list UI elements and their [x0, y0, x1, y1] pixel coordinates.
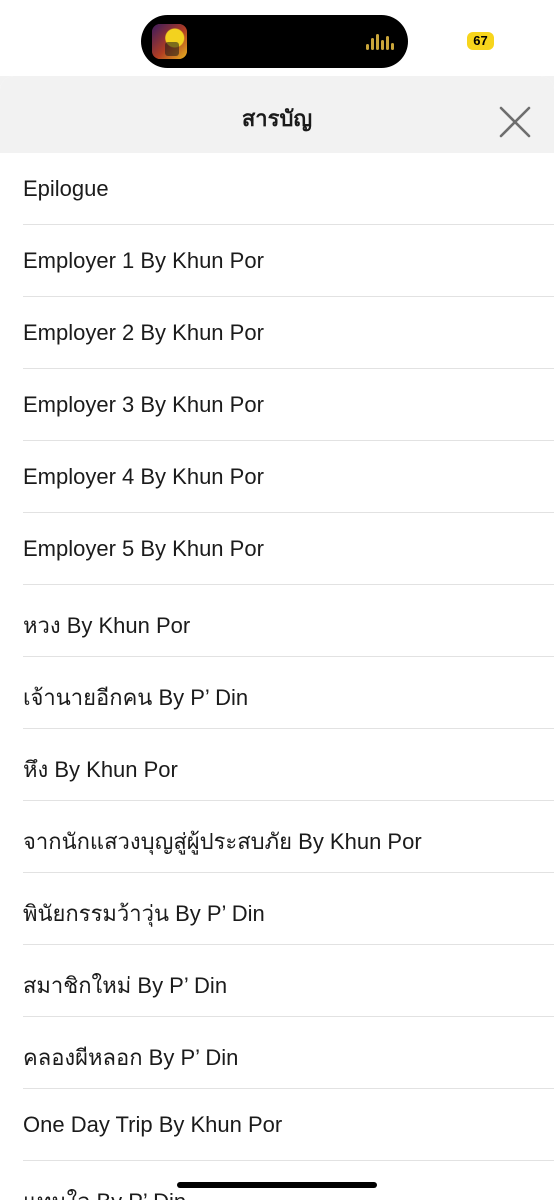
home-indicator[interactable]: [177, 1182, 377, 1188]
toc-item-label: คลองผีหลอก By P’ Din: [23, 1045, 239, 1070]
close-button[interactable]: [496, 103, 534, 141]
toc-item-label: หึง By Khun Por: [23, 757, 178, 782]
toc-item-label: แทนใจ By P’ Din: [23, 1184, 186, 1200]
toc-item[interactable]: Employer 1 By Khun Por: [23, 225, 554, 297]
toc-item[interactable]: Employer 3 By Khun Por: [23, 369, 554, 441]
toc-item[interactable]: สมาชิกใหม่ By P’ Din: [23, 945, 554, 1017]
toc-item[interactable]: Employer 2 By Khun Por: [23, 297, 554, 369]
toc-item-label: Employer 3 By Khun Por: [23, 392, 264, 417]
toc-item-label: สมาชิกใหม่ By P’ Din: [23, 973, 228, 998]
toc-item-label: Employer 5 By Khun Por: [23, 536, 264, 561]
toc-item[interactable]: หึง By Khun Por: [23, 729, 554, 801]
toc-item[interactable]: One Day Trip By Khun Por: [23, 1089, 554, 1161]
dynamic-island[interactable]: [141, 15, 408, 68]
toc-item-label: One Day Trip By Khun Por: [23, 1112, 283, 1137]
toc-item-label: หวง By Khun Por: [23, 613, 191, 638]
toc-item-label: พินัยกรรมว้าวุ่น By P’ Din: [23, 901, 265, 926]
sheet-title: สารบัญ: [241, 106, 313, 131]
toc-item[interactable]: จากนักแสวงบุญสู่ผู้ประสบภัย By Khun Por: [23, 801, 554, 873]
toc-item[interactable]: Employer 4 By Khun Por: [23, 441, 554, 513]
sheet-header: สารบัญ: [0, 76, 554, 153]
toc-item[interactable]: คลองผีหลอก By P’ Din: [23, 1017, 554, 1089]
toc-item[interactable]: เจ้านายอีกคน By P’ Din: [23, 657, 554, 729]
toc-item-label: เจ้านายอีกคน By P’ Din: [23, 685, 249, 710]
toc-item-label: Employer 4 By Khun Por: [23, 464, 264, 489]
waveform-icon: [366, 32, 396, 52]
toc-item[interactable]: หวง By Khun Por: [23, 585, 554, 657]
table-of-contents-sheet: สารบัญ Epilogue Employer 1 By Khun Por E…: [0, 76, 554, 1200]
album-art-icon: [152, 24, 187, 59]
toc-item-label: Employer 1 By Khun Por: [23, 248, 264, 273]
toc-item-label: จากนักแสวงบุญสู่ผู้ประสบภัย By Khun Por: [23, 829, 422, 854]
toc-item[interactable]: พินัยกรรมว้าวุ่น By P’ Din: [23, 873, 554, 945]
close-icon: [499, 106, 531, 138]
toc-item-label: Employer 2 By Khun Por: [23, 320, 264, 345]
toc-item[interactable]: Epilogue: [23, 153, 554, 225]
status-bar: 67: [0, 0, 554, 76]
toc-item[interactable]: Employer 5 By Khun Por: [23, 513, 554, 585]
toc-list: Epilogue Employer 1 By Khun Por Employer…: [0, 153, 554, 1200]
toc-item[interactable]: แทนใจ By P’ Din: [23, 1161, 554, 1200]
toc-item-label: Epilogue: [23, 176, 109, 201]
battery-badge: 67: [467, 32, 494, 50]
